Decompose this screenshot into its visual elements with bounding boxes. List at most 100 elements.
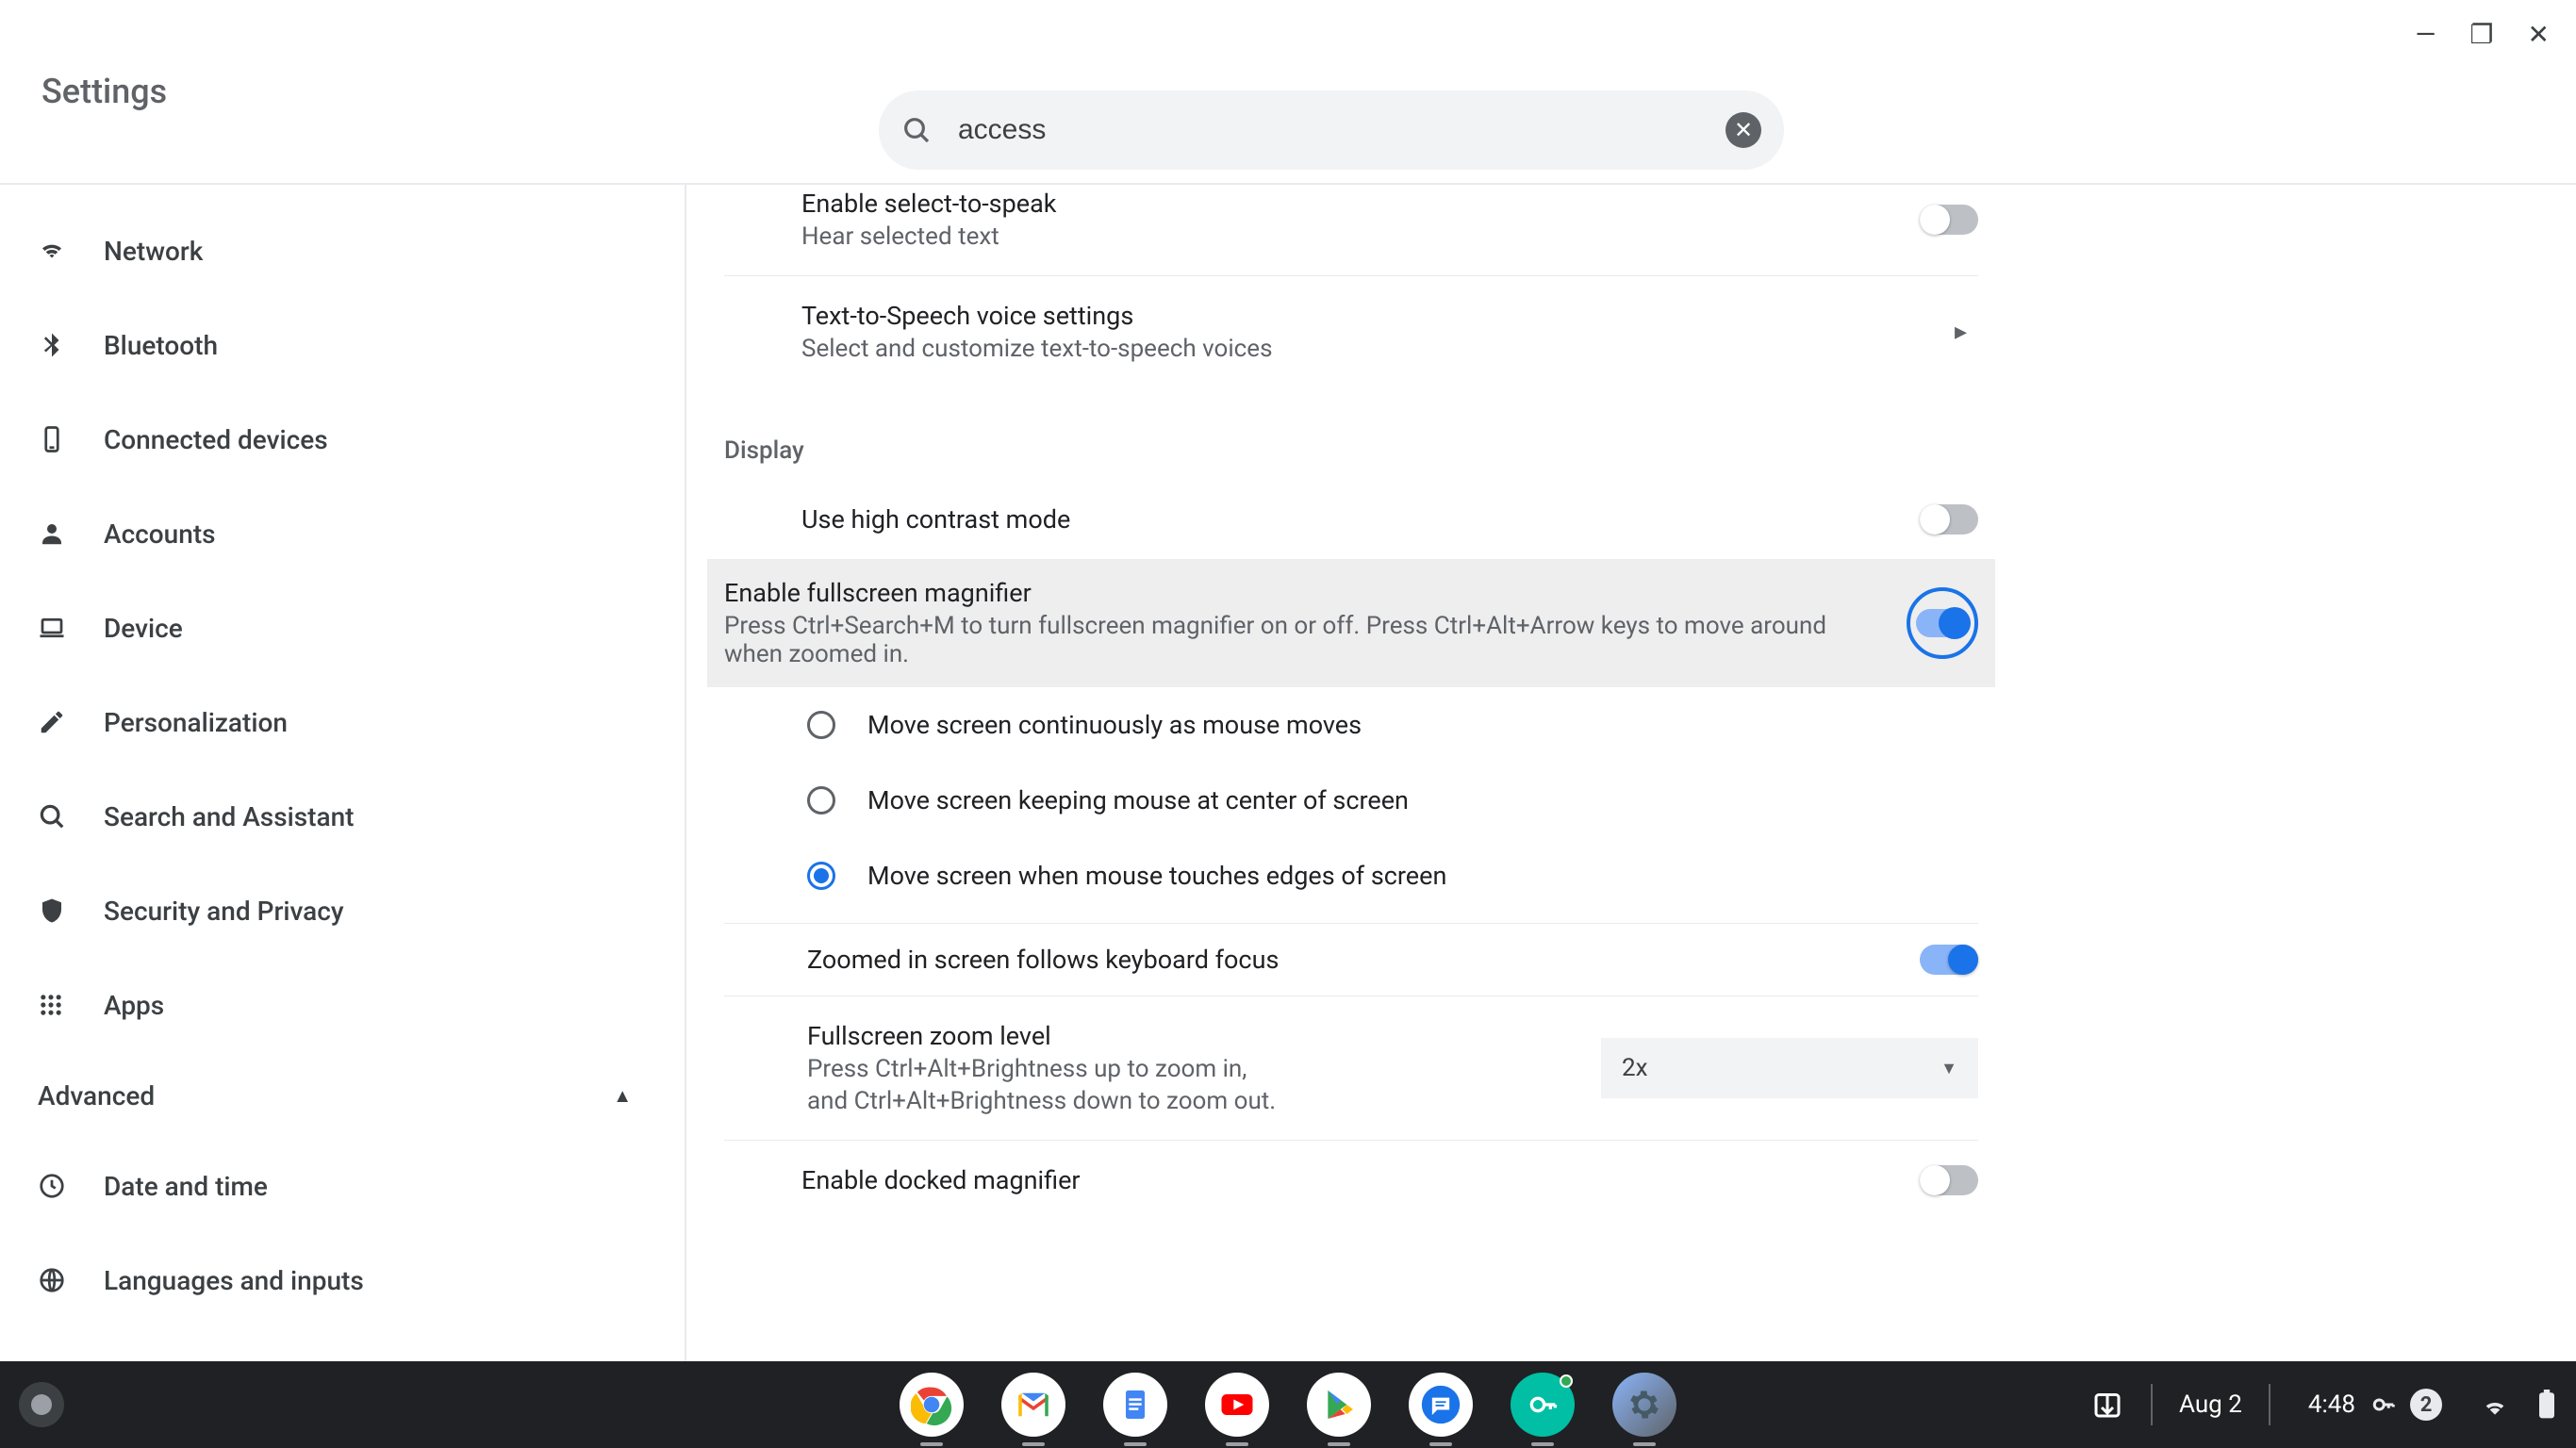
radio-label: Move screen continuously as mouse moves: [867, 710, 1362, 740]
sidebar-item-security[interactable]: Security and Privacy: [0, 864, 685, 958]
vpn-tray-icon: [2369, 1390, 2397, 1419]
sidebar-item-device[interactable]: Device: [0, 581, 685, 675]
select-to-speak-toggle[interactable]: [1920, 205, 1978, 235]
search-input[interactable]: [958, 114, 1726, 146]
sidebar-item-label: Personalization: [104, 707, 288, 738]
sidebar-item-label: Search and Assistant: [104, 801, 355, 832]
setting-title: Enable fullscreen magnifier: [724, 578, 1878, 608]
magnifier-radio-edges[interactable]: Move screen when mouse touches edges of …: [724, 838, 1978, 913]
docked-magnifier-toggle[interactable]: [1920, 1165, 1978, 1195]
app-docs[interactable]: [1103, 1373, 1167, 1437]
magnifier-radio-continuous[interactable]: Move screen continuously as mouse moves: [724, 687, 1978, 763]
sidebar-item-search-assistant[interactable]: Search and Assistant: [0, 769, 685, 864]
search-icon: [901, 115, 932, 145]
sidebar-item-network[interactable]: Network: [0, 204, 685, 298]
main-content: Enable select-to-speak Hear selected tex…: [686, 185, 2576, 1361]
person-icon: [38, 519, 70, 548]
search-icon: [38, 802, 70, 831]
header: Settings ✕: [0, 0, 2576, 185]
sidebar-item-label: Apps: [104, 990, 164, 1021]
search-box[interactable]: ✕: [879, 90, 1784, 170]
sidebar-item-languages[interactable]: Languages and inputs: [0, 1233, 685, 1327]
setting-subtitle: Select and customize text-to-speech voic…: [801, 335, 1926, 363]
app-chrome[interactable]: [900, 1373, 964, 1437]
sidebar-item-label: Connected devices: [104, 424, 328, 455]
launcher-button[interactable]: [19, 1382, 64, 1427]
advanced-label: Advanced: [38, 1080, 155, 1111]
chevron-up-icon: ▲: [613, 1084, 632, 1108]
sidebar-item-label: Date and time: [104, 1171, 268, 1202]
sidebar-item-label: Network: [104, 236, 203, 267]
setting-title: Use high contrast mode: [801, 504, 1891, 535]
sidebar-item-label: Device: [104, 613, 183, 644]
chevron-down-icon: ▼: [1940, 1059, 1957, 1078]
system-tray[interactable]: Aug 2 4:48 2: [2090, 1381, 2557, 1428]
phone-icon: [38, 425, 70, 453]
setting-docked-magnifier[interactable]: Enable docked magnifier: [724, 1140, 1978, 1220]
select-value: 2x: [1622, 1054, 1648, 1082]
sidebar-item-label: Languages and inputs: [104, 1265, 364, 1296]
battery-tray-icon: [2536, 1390, 2557, 1420]
high-contrast-toggle[interactable]: [1920, 504, 1978, 535]
shield-icon: [38, 897, 70, 925]
keyboard-focus-toggle[interactable]: [1920, 945, 1978, 975]
sidebar-item-date-time[interactable]: Date and time: [0, 1139, 685, 1233]
setting-title: Zoomed in screen follows keyboard focus: [807, 945, 1279, 975]
tote-icon[interactable]: [2090, 1388, 2124, 1422]
setting-zoom-level: Fullscreen zoom level Press Ctrl+Alt+Bri…: [724, 996, 1978, 1140]
app-messages[interactable]: [1409, 1373, 1473, 1437]
bluetooth-icon: [38, 331, 70, 359]
clear-search-button[interactable]: ✕: [1726, 112, 1761, 148]
setting-select-to-speak[interactable]: Enable select-to-speak Hear selected tex…: [724, 185, 1978, 276]
app-vpn[interactable]: [1511, 1373, 1575, 1437]
setting-tts[interactable]: Text-to-Speech voice settings Select and…: [724, 276, 1978, 387]
shelf-apps: [900, 1373, 1676, 1437]
wifi-tray-icon: [2480, 1390, 2510, 1420]
setting-title: Text-to-Speech voice settings: [801, 301, 1926, 331]
sidebar-item-label: Security and Privacy: [104, 896, 344, 927]
setting-subtitle: Hear selected text: [801, 222, 1891, 251]
setting-title: Enable select-to-speak: [801, 189, 1891, 219]
clock-icon: [38, 1172, 70, 1200]
sidebar-advanced-toggle[interactable]: Advanced ▲: [0, 1052, 685, 1139]
setting-fullscreen-magnifier[interactable]: Enable fullscreen magnifier Press Ctrl+S…: [707, 559, 1995, 687]
edit-icon: [38, 708, 70, 736]
setting-subtitle: Press Ctrl+Search+M to turn fullscreen m…: [724, 612, 1878, 668]
sidebar-item-personalization[interactable]: Personalization: [0, 675, 685, 769]
tray-date: Aug 2: [2179, 1390, 2242, 1419]
sidebar-item-bluetooth[interactable]: Bluetooth: [0, 298, 685, 392]
wifi-icon: [38, 237, 70, 265]
app-youtube[interactable]: [1205, 1373, 1269, 1437]
globe-icon: [38, 1266, 70, 1294]
apps-icon: [38, 992, 70, 1018]
fullscreen-magnifier-toggle[interactable]: [1907, 587, 1978, 659]
app-settings[interactable]: [1612, 1373, 1676, 1437]
laptop-icon: [38, 614, 70, 642]
radio-icon: [807, 711, 835, 739]
setting-title: Enable docked magnifier: [801, 1165, 1891, 1195]
sidebar-item-accounts[interactable]: Accounts: [0, 486, 685, 581]
radio-icon: [807, 862, 835, 890]
sidebar-item-apps[interactable]: Apps: [0, 958, 685, 1052]
app-play-store[interactable]: [1307, 1373, 1371, 1437]
sidebar-item-label: Bluetooth: [104, 330, 218, 361]
sidebar-item-label: Accounts: [104, 518, 216, 550]
radio-label: Move screen when mouse touches edges of …: [867, 861, 1446, 891]
tray-time: 4:48: [2308, 1390, 2355, 1419]
radio-label: Move screen keeping mouse at center of s…: [867, 785, 1409, 815]
sidebar-item-connected-devices[interactable]: Connected devices: [0, 392, 685, 486]
shelf: Aug 2 4:48 2: [0, 1361, 2576, 1448]
setting-subtitle-2: and Ctrl+Alt+Brightness down to zoom out…: [807, 1087, 1573, 1115]
app-gmail[interactable]: [1001, 1373, 1065, 1437]
zoom-level-select[interactable]: 2x ▼: [1601, 1038, 1978, 1098]
setting-keyboard-focus[interactable]: Zoomed in screen follows keyboard focus: [724, 923, 1978, 996]
magnifier-radio-center[interactable]: Move screen keeping mouse at center of s…: [724, 763, 1978, 838]
sidebar: Network Bluetooth Connected devices Acco…: [0, 185, 686, 1361]
setting-high-contrast[interactable]: Use high contrast mode: [724, 480, 1978, 559]
chevron-right-icon: ▸: [1955, 318, 1978, 346]
notification-badge: 2: [2410, 1389, 2442, 1421]
setting-subtitle-1: Press Ctrl+Alt+Brightness up to zoom in,: [807, 1055, 1573, 1083]
sidebar-item-files[interactable]: Files: [0, 1327, 685, 1361]
setting-title: Fullscreen zoom level: [807, 1021, 1573, 1051]
page-title: Settings: [41, 72, 167, 111]
